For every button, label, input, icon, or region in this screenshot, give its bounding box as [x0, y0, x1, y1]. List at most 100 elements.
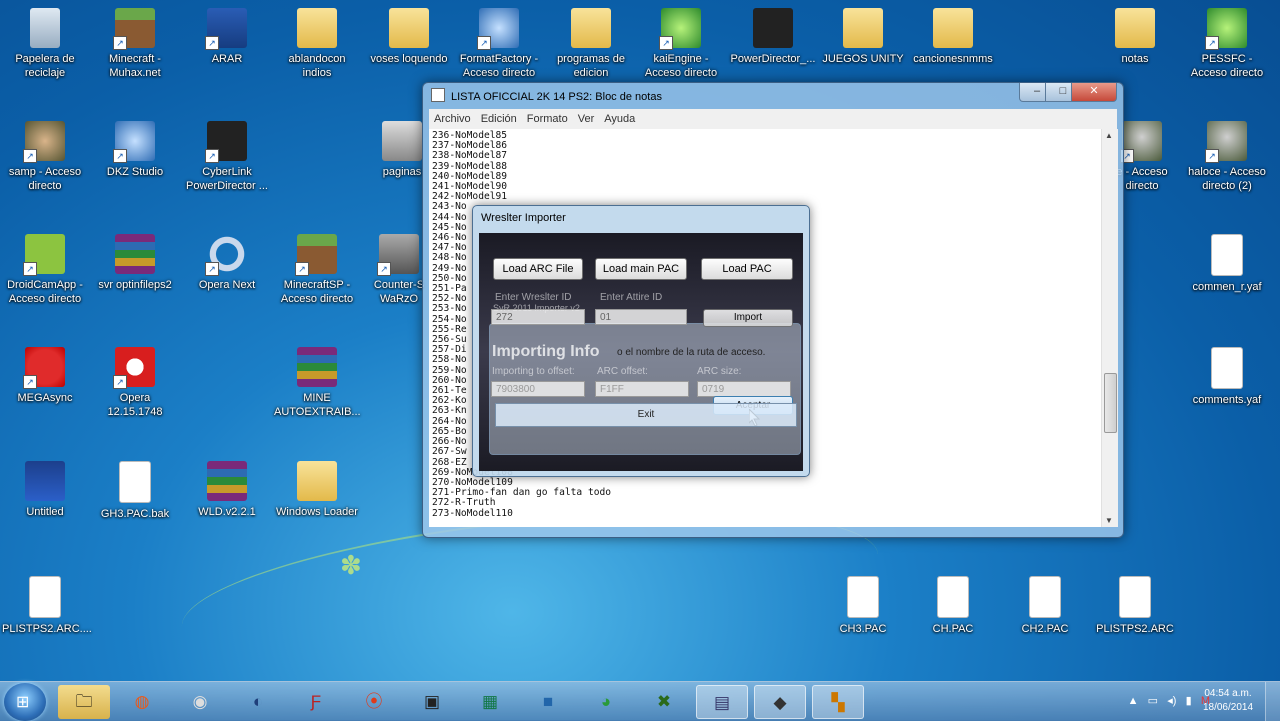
desktop-icon-cyberlink[interactable]: ↗ CyberLink PowerDirector ...: [184, 121, 270, 193]
desktop-icon-ch2-pac[interactable]: CH2.PAC: [1002, 576, 1088, 636]
desktop-icon-haloce[interactable]: ↗ haloce - Acceso directo (2): [1184, 121, 1270, 193]
taskbar-importer[interactable]: ◆: [754, 685, 806, 719]
desktop-icon-minecraft[interactable]: ↗ Minecraft - Muhax.net: [92, 8, 178, 80]
desktop-icon-minecraftsp[interactable]: ↗ MinecraftSP - Acceso directo: [274, 234, 360, 306]
desktop-icon-opera-next[interactable]: ↗ Opera Next: [184, 234, 270, 292]
desktop-icon-powerdirector[interactable]: PowerDirector_...: [730, 8, 816, 66]
desktop-icon-formatfactory[interactable]: ↗ FormatFactory - Acceso directo: [456, 8, 542, 80]
wrestler-id-input[interactable]: 272: [491, 309, 585, 325]
scroll-down-icon[interactable]: ▼: [1105, 516, 1113, 525]
text-line: 236-NoModel85: [432, 130, 508, 141]
taskbar-photoshop[interactable]: ■: [522, 685, 574, 719]
file-icon: [1211, 347, 1243, 389]
menu-archivo[interactable]: Archivo: [429, 109, 476, 129]
importer-icon: ◆: [773, 693, 787, 712]
taskbar-explorer[interactable]: 🗀: [58, 685, 110, 719]
desktop-icon-wld[interactable]: WLD.v2.2.1: [184, 461, 270, 519]
desktop-icon-droidcam[interactable]: ↗ DroidCamApp - Acceso directo: [2, 234, 88, 306]
notepad-titlebar[interactable]: LISTA OFICCIAL 2K 14 PS2: Bloc de notas: [431, 87, 662, 107]
desktop-icon-mine-autoextraib[interactable]: MINE AUTOEXTRAIB...: [274, 347, 361, 419]
menu-ayuda[interactable]: Ayuda: [599, 109, 640, 129]
desktop-icon-gh3-pac-bak[interactable]: GH3.PAC.bak: [92, 461, 178, 521]
desktop-icon-opera[interactable]: ↗ Opera 12.15.1748: [92, 347, 178, 419]
desktop-icon-pessfc[interactable]: ↗ PESSFC - Acceso directo: [1184, 8, 1270, 80]
text-line: 241-NoModel90: [432, 181, 508, 193]
desktop-icon-notas[interactable]: notas: [1092, 8, 1178, 66]
taskbar-firefox[interactable]: ◍: [116, 685, 168, 719]
tools-icon: ↗: [205, 8, 247, 50]
text-line: 272-R-Truth: [432, 497, 496, 509]
desktop-icon-ch-pac[interactable]: CH.PAC: [910, 576, 996, 636]
desktop-icon-commen-r[interactable]: commen_r.yaf: [1184, 234, 1270, 294]
menu-formato[interactable]: Formato: [522, 109, 573, 129]
file-icon: [1119, 576, 1151, 618]
wrestler-importer-window[interactable]: Wreslter Importer Load ARC File Load mai…: [472, 205, 810, 477]
text-line: 273-NoModel110: [432, 507, 513, 519]
battery-icon[interactable]: ▮: [1186, 695, 1192, 707]
scroll-thumb[interactable]: [1104, 373, 1117, 433]
desktop-icon-ablandocon[interactable]: ablandocon indios: [274, 8, 360, 80]
desktop-icon-comments[interactable]: comments.yaf: [1184, 347, 1270, 407]
minecraft-icon: ↗: [113, 8, 155, 50]
firefox-icon: ◍: [134, 692, 150, 711]
load-arc-button[interactable]: Load ARC File: [493, 258, 583, 280]
taskbar-chip[interactable]: ▦: [464, 685, 516, 719]
desktop-icon-kaiengine[interactable]: ↗ kaiEngine - Acceso directo: [638, 8, 724, 80]
arc-size-label: ARC size:: [697, 366, 742, 377]
taskbar-chrome[interactable]: ◕: [580, 685, 632, 719]
taskbar-media[interactable]: ◉: [174, 685, 226, 719]
desktop-icon-ch3-pac[interactable]: CH3.PAC: [820, 576, 906, 636]
attire-id-input[interactable]: 01: [595, 309, 687, 325]
importer-title: Wreslter Importer: [481, 212, 566, 224]
network-icon[interactable]: ▭: [1148, 695, 1158, 707]
taskbar-xd[interactable]: ✖: [638, 685, 690, 719]
clock-date: 18/06/2014: [1202, 702, 1254, 713]
importer-client: Load ARC File Load main PAC Load PAC Ent…: [479, 233, 803, 471]
show-desktop-button[interactable]: [1265, 682, 1280, 721]
clock[interactable]: 04:54 a.m. 18/06/2014: [1198, 687, 1258, 715]
tray-expand-icon[interactable]: ▲: [1128, 695, 1139, 707]
desktop-icon-dkz-studio[interactable]: ↗ DKZ Studio: [92, 121, 178, 179]
menu-edicion[interactable]: Edición: [476, 109, 522, 129]
taskbar-7zip[interactable]: ▣: [406, 685, 458, 719]
desktop-icon-plistps2-arc[interactable]: PLISTPS2.ARC: [1092, 576, 1178, 636]
load-pac-button[interactable]: Load PAC: [701, 258, 793, 280]
text-line: 271-Primo-fan dan go falta todo: [432, 487, 612, 499]
desktop-icon-svr-optin[interactable]: svr optinfileps2: [92, 234, 178, 292]
desktop-icon-programas[interactable]: programas de edicion: [548, 8, 634, 80]
volume-icon[interactable]: ◂): [1167, 695, 1176, 707]
taskbar-radio[interactable]: ⦿: [348, 685, 400, 719]
desktop-icon-arar[interactable]: ↗ ARAR: [184, 8, 270, 66]
start-button[interactable]: ⊞: [4, 683, 46, 721]
desktop-icon-plistps2-arc-trunc[interactable]: PLISTPS2.ARC....: [2, 576, 92, 636]
import-button[interactable]: Import: [703, 309, 793, 327]
ruta-message: o el nombre de la ruta de acceso.: [617, 347, 766, 358]
folder-icon: [297, 8, 337, 48]
arc-offset-label: ARC offset:: [597, 366, 648, 377]
desktop-icon-untitled[interactable]: Untitled: [2, 461, 88, 519]
desktop-icon-juegos-unity[interactable]: JUEGOS UNITY: [820, 8, 906, 66]
close-button[interactable]: ✕: [1071, 83, 1117, 102]
folder-icon: [843, 8, 883, 48]
taskbar-filezilla[interactable]: Ƒ: [290, 685, 342, 719]
desktop-icon-voses[interactable]: voses loquendo: [366, 8, 452, 66]
desktop-icon-windows-loader[interactable]: Windows Loader: [274, 461, 360, 519]
file-icon: [1029, 576, 1061, 618]
taskbar-notepad[interactable]: ▤: [696, 685, 748, 719]
desktop-icon-canciones[interactable]: cancionesnmms: [910, 8, 996, 66]
load-main-pac-button[interactable]: Load main PAC: [595, 258, 687, 280]
vertical-scrollbar[interactable]: ▲ ▼: [1101, 129, 1118, 527]
taskbar-windows[interactable]: ▚: [812, 685, 864, 719]
android-icon: ↗: [23, 234, 65, 276]
importing-info-heading: Importing Info: [492, 343, 600, 360]
desktop-icon-samp[interactable]: ↗ samp - Acceso directo: [2, 121, 88, 193]
samp-icon: ↗: [23, 121, 65, 163]
untitled-app-icon: [25, 461, 65, 501]
scroll-up-icon[interactable]: ▲: [1105, 131, 1113, 140]
taskbar-dkz[interactable]: ◐: [232, 685, 284, 719]
exit-button[interactable]: Exit: [495, 403, 797, 427]
desktop-icon-megasync[interactable]: ↗ MEGAsync: [2, 347, 88, 405]
desktop-icon-recycle-bin[interactable]: Papelera de reciclaje: [2, 8, 88, 80]
winrar-icon: [207, 461, 247, 501]
menu-ver[interactable]: Ver: [573, 109, 600, 129]
